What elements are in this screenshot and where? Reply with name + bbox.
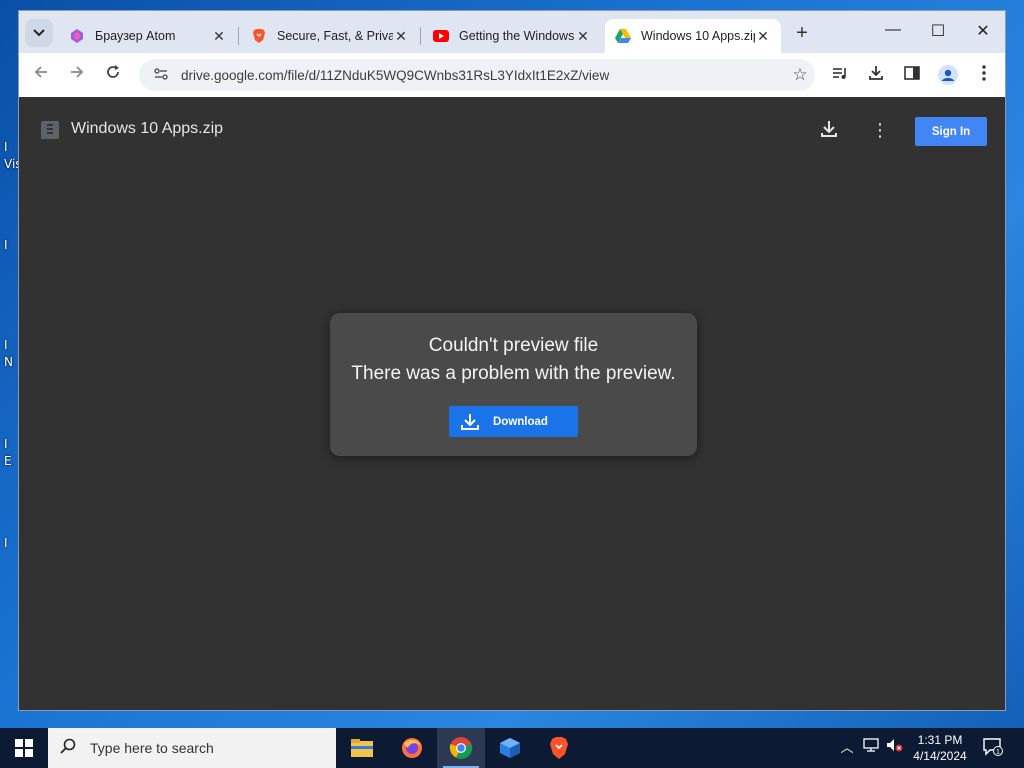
download-button-label: Download	[493, 415, 548, 428]
clock-time: 1:31 PM	[917, 733, 963, 747]
desktop-icon-label[interactable]: I	[4, 238, 8, 252]
browser-toolbar: drive.google.com/file/d/11ZNduK5WQ9CWnbs…	[19, 53, 1005, 97]
download-icon	[461, 413, 479, 430]
media-controls-icon[interactable]	[829, 65, 851, 87]
desktop-icon-label[interactable]: I	[4, 437, 8, 451]
more-options-icon[interactable]: ⋮	[869, 119, 891, 141]
tab-strip: Браузер Atom ✕ Secure, Fast, & Private ✕…	[19, 11, 1005, 53]
tab-search-button[interactable]	[25, 19, 53, 47]
google-drive-icon	[615, 28, 631, 44]
close-icon[interactable]: ✕	[575, 28, 591, 45]
tab-atom[interactable]: Браузер Atom ✕	[59, 19, 237, 53]
file-explorer-icon[interactable]	[338, 728, 386, 768]
site-info-icon[interactable]	[147, 67, 175, 83]
chevron-up-icon[interactable]: ︿	[838, 738, 856, 758]
notification-count: 1	[996, 749, 1000, 756]
desktop-icon-label[interactable]: E	[4, 454, 12, 468]
tab-google-drive[interactable]: Windows 10 Apps.zip ✕	[605, 19, 781, 53]
desktop-icon-label[interactable]: I	[4, 338, 8, 352]
forward-button[interactable]	[65, 63, 89, 87]
youtube-icon	[433, 28, 449, 44]
start-button[interactable]	[0, 728, 48, 768]
arrow-left-icon	[34, 66, 47, 78]
taskbar-search-box[interactable]: Type here to search	[48, 728, 336, 768]
side-panel-icon[interactable]	[901, 65, 923, 87]
brave-icon	[251, 28, 267, 44]
reload-icon	[107, 65, 119, 78]
downloads-icon[interactable]	[865, 65, 887, 87]
browser-window: Браузер Atom ✕ Secure, Fast, & Private ✕…	[18, 10, 1006, 711]
maximize-button[interactable]: ☐	[918, 21, 958, 43]
system-clock[interactable]: 1:31 PM 4/14/2024	[900, 732, 980, 764]
tab-title: Браузер Atom	[95, 29, 176, 43]
download-icon[interactable]	[819, 119, 841, 141]
tab-divider	[420, 27, 421, 45]
close-icon[interactable]: ✕	[211, 28, 227, 45]
tab-title: Getting the Windows	[459, 29, 575, 43]
search-placeholder: Type here to search	[90, 740, 214, 756]
arrow-right-icon	[71, 66, 84, 78]
tab-title: Windows 10 Apps.zip	[641, 29, 755, 43]
tab-brave[interactable]: Secure, Fast, & Private ✕	[241, 19, 419, 53]
new-tab-button[interactable]: +	[791, 23, 813, 45]
address-bar[interactable]: drive.google.com/file/d/11ZNduK5WQ9CWnbs…	[139, 59, 815, 91]
notification-center-icon[interactable]: 1	[982, 738, 1004, 758]
close-icon[interactable]: ✕	[393, 28, 409, 45]
desktop-icon-label[interactable]: I	[4, 536, 8, 550]
minimize-button[interactable]: —	[873, 21, 913, 43]
error-title: Couldn't preview file	[428, 335, 599, 356]
firefox-icon[interactable]	[388, 728, 436, 768]
brave-icon[interactable]	[535, 728, 583, 768]
windows-logo-icon	[15, 739, 33, 757]
sign-in-button[interactable]: Sign In	[915, 117, 987, 146]
file-name: Windows 10 Apps.zip	[71, 120, 224, 137]
back-button[interactable]	[29, 63, 53, 87]
close-window-button[interactable]: ✕	[963, 21, 1003, 43]
desktop-icon-label[interactable]: N	[4, 355, 13, 369]
clock-date: 4/14/2024	[913, 749, 967, 763]
close-icon[interactable]: ✕	[755, 28, 771, 45]
sandbox-icon[interactable]	[486, 728, 534, 768]
error-message: There was a problem with the preview.	[351, 363, 676, 384]
profile-avatar-icon[interactable]	[937, 65, 959, 87]
atom-icon	[69, 28, 85, 44]
bookmark-star-icon[interactable]: ☆	[785, 65, 815, 85]
chevron-down-icon	[33, 29, 45, 37]
drive-preview-page: Windows 10 Apps.zip ⋮ Sign In Couldn't p…	[19, 97, 1005, 710]
tab-youtube[interactable]: Getting the Windows ✕	[423, 19, 601, 53]
tab-title: Secure, Fast, & Private	[277, 29, 393, 43]
chrome-icon[interactable]	[437, 728, 485, 768]
zip-file-icon	[41, 121, 59, 139]
reload-button[interactable]	[101, 63, 125, 87]
desktop-icon-label[interactable]: I	[4, 140, 8, 154]
browser-menu-icon[interactable]	[973, 65, 995, 87]
download-button[interactable]: Download	[449, 406, 578, 437]
tab-divider	[238, 27, 239, 45]
preview-error-dialog: Couldn't preview file There was a proble…	[330, 313, 697, 456]
url-text[interactable]: drive.google.com/file/d/11ZNduK5WQ9CWnbs…	[175, 68, 785, 83]
network-icon[interactable]	[862, 738, 880, 758]
windows-taskbar: Type here to search ︿ 1:31 PM 4/14/2024 …	[0, 728, 1024, 768]
search-icon	[60, 738, 80, 759]
